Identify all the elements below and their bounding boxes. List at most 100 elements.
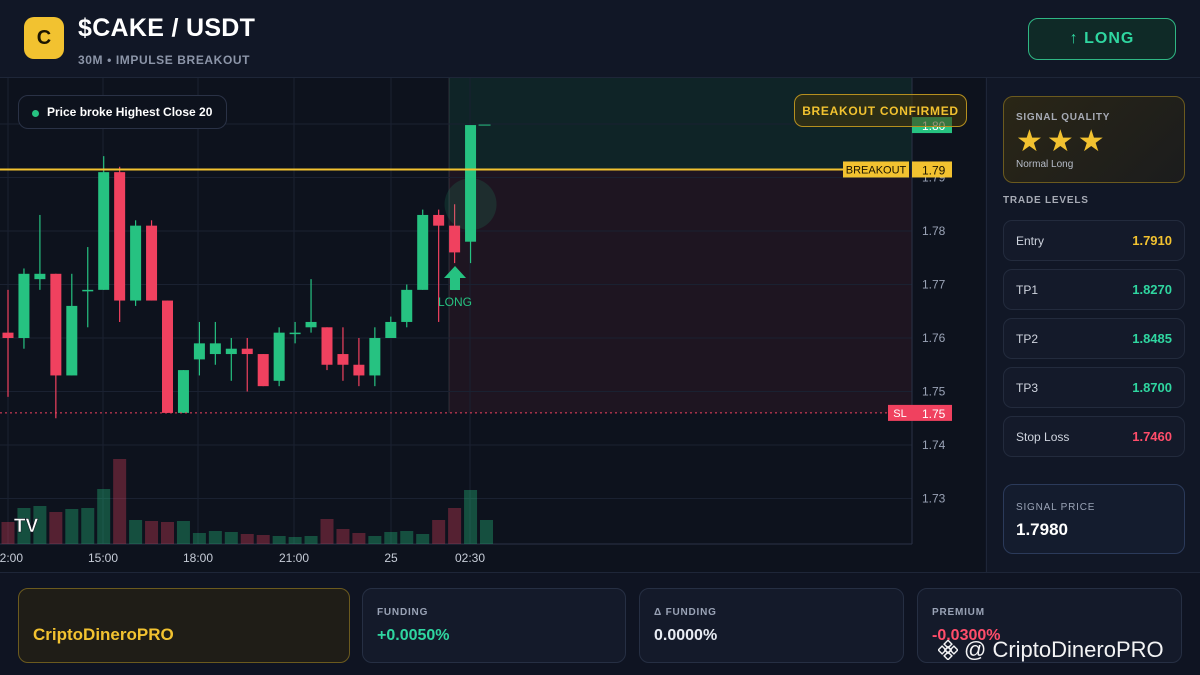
candle-body bbox=[50, 273, 62, 376]
candle-body bbox=[273, 332, 285, 381]
y-tick-label: 1.75 bbox=[922, 385, 946, 399]
volume-bar bbox=[145, 521, 159, 544]
sl-label: SL bbox=[893, 408, 906, 420]
candle-body bbox=[193, 343, 205, 360]
signal-panel: SIGNAL QUALITY ★★★ Normal Long TRADE LEV… bbox=[986, 78, 1200, 572]
trade-level-row: TP2 1.8485 bbox=[1003, 318, 1185, 359]
volume-bar bbox=[384, 532, 398, 544]
candle-body bbox=[146, 225, 158, 301]
x-tick-label: 21:00 bbox=[279, 551, 309, 565]
trade-level-value: 1.8270 bbox=[1132, 282, 1172, 297]
volume-bar bbox=[480, 520, 493, 544]
candle-body bbox=[34, 273, 46, 280]
breakout-confirmed-badge: BREAKOUT CONFIRMED bbox=[794, 94, 967, 127]
long-marker-label: LONG bbox=[438, 295, 472, 309]
breakout-glow bbox=[444, 178, 497, 231]
volume-bar bbox=[416, 534, 430, 544]
watermark-text: @ CriptoDineroPRO bbox=[964, 637, 1164, 662]
candle-body bbox=[337, 354, 349, 365]
volume-bar bbox=[256, 535, 270, 544]
signal-quality-subtitle: Normal Long bbox=[1016, 159, 1074, 170]
volume-bar bbox=[400, 531, 414, 544]
volume-bar bbox=[352, 533, 366, 544]
y-tick-label: 1.76 bbox=[922, 331, 946, 345]
signal-quality-title: SIGNAL QUALITY bbox=[1016, 112, 1111, 123]
funding-label: FUNDING bbox=[377, 607, 429, 618]
candle-body bbox=[209, 343, 221, 355]
funding-card: FUNDING +0.0050% bbox=[362, 588, 626, 663]
breakout-label: BREAKOUT bbox=[846, 164, 907, 176]
price-chart[interactable]: 1.801.791.781.771.761.751.741.7312:0015:… bbox=[0, 78, 985, 572]
x-tick-label: 12:00 bbox=[0, 551, 23, 565]
brand-card: CriptoDineroPRO bbox=[18, 588, 350, 663]
watermark: @ CriptoDineroPRO bbox=[938, 637, 1164, 663]
premium-label: PREMIUM bbox=[932, 607, 985, 618]
volume-bar bbox=[129, 520, 143, 544]
trade-level-label: TP3 bbox=[1016, 380, 1039, 395]
sl-price-tag: 1.75 bbox=[922, 407, 946, 421]
long-signal-button[interactable]: ↑ LONG bbox=[1028, 18, 1176, 60]
indicator-legend: Price broke Highest Close 20 bbox=[18, 95, 228, 129]
breakout-price-tag: 1.79 bbox=[922, 163, 946, 177]
x-tick-label: 18:00 bbox=[183, 551, 213, 565]
trade-level-label: TP2 bbox=[1016, 331, 1039, 346]
candle-body bbox=[289, 332, 301, 335]
chart-canvas[interactable]: 1.801.791.781.771.761.751.741.7312:0015:… bbox=[0, 78, 985, 572]
volume-bar bbox=[49, 512, 63, 544]
signal-price-label: SIGNAL PRICE bbox=[1016, 502, 1096, 513]
candle-body bbox=[353, 364, 365, 376]
y-tick-label: 1.77 bbox=[922, 278, 946, 292]
y-tick-label: 1.73 bbox=[922, 492, 946, 506]
candle-body bbox=[417, 214, 429, 290]
candle-body bbox=[449, 225, 461, 253]
trade-levels-title: TRADE LEVELS bbox=[1003, 195, 1089, 206]
volume-bar bbox=[81, 508, 95, 544]
legend-dot-icon bbox=[32, 110, 39, 117]
volume-bar bbox=[288, 537, 302, 544]
candle-body bbox=[225, 348, 237, 355]
signal-quality-card: SIGNAL QUALITY ★★★ Normal Long bbox=[1003, 96, 1185, 183]
header-bar: C $CAKE / USDT 30M • IMPULSE BREAKOUT ↑ … bbox=[0, 0, 1200, 78]
trade-level-value: 1.8700 bbox=[1132, 380, 1172, 395]
volume-bar bbox=[1, 522, 15, 544]
candle-body bbox=[305, 321, 317, 328]
candle-body bbox=[177, 370, 189, 413]
funding-value: +0.0050% bbox=[377, 627, 450, 644]
x-tick-label: 25 bbox=[384, 551, 398, 565]
trade-level-value: 1.7460 bbox=[1132, 429, 1172, 444]
trade-level-value: 1.8485 bbox=[1132, 331, 1172, 346]
pair-subtitle: 30M • IMPULSE BREAKOUT bbox=[78, 53, 251, 67]
footer-bar: CriptoDineroPRO FUNDING +0.0050% Δ FUNDI… bbox=[0, 572, 1200, 675]
volume-bar bbox=[272, 536, 286, 544]
volume-bar bbox=[224, 532, 238, 544]
trade-level-label: Stop Loss bbox=[1016, 429, 1070, 444]
volume-bar bbox=[208, 531, 222, 544]
trade-level-label: Entry bbox=[1016, 233, 1045, 248]
trade-level-value: 1.7910 bbox=[1132, 233, 1172, 248]
delta-funding-label: Δ FUNDING bbox=[654, 607, 717, 618]
trade-level-row: Entry 1.7910 bbox=[1003, 220, 1185, 261]
star-rating-icon: ★★★ bbox=[1016, 125, 1109, 158]
y-tick-label: 1.74 bbox=[922, 438, 946, 452]
candle-body bbox=[369, 338, 381, 376]
candle-body bbox=[162, 300, 173, 413]
candle-body bbox=[114, 172, 126, 301]
candle-body bbox=[98, 172, 110, 290]
signal-price-value: 1.7980 bbox=[1016, 520, 1068, 539]
binance-icon bbox=[938, 640, 958, 660]
x-tick-label: 15:00 bbox=[88, 551, 118, 565]
legend-text: Price broke Highest Close 20 bbox=[47, 105, 213, 119]
risk-zone bbox=[449, 169, 912, 413]
volume-bar bbox=[320, 519, 334, 544]
volume-bar bbox=[432, 520, 446, 544]
y-tick-label: 1.78 bbox=[922, 224, 946, 238]
volume-bar bbox=[192, 533, 206, 544]
candle-body bbox=[82, 289, 94, 292]
volume-bar bbox=[97, 489, 111, 544]
trade-level-row: TP1 1.8270 bbox=[1003, 269, 1185, 310]
trade-level-label: TP1 bbox=[1016, 282, 1039, 297]
candle-body bbox=[257, 354, 269, 387]
tradingview-logo-icon: TV bbox=[14, 516, 39, 537]
signal-price-card: SIGNAL PRICE 1.7980 bbox=[1003, 484, 1185, 554]
coin-logo: C bbox=[24, 17, 64, 59]
